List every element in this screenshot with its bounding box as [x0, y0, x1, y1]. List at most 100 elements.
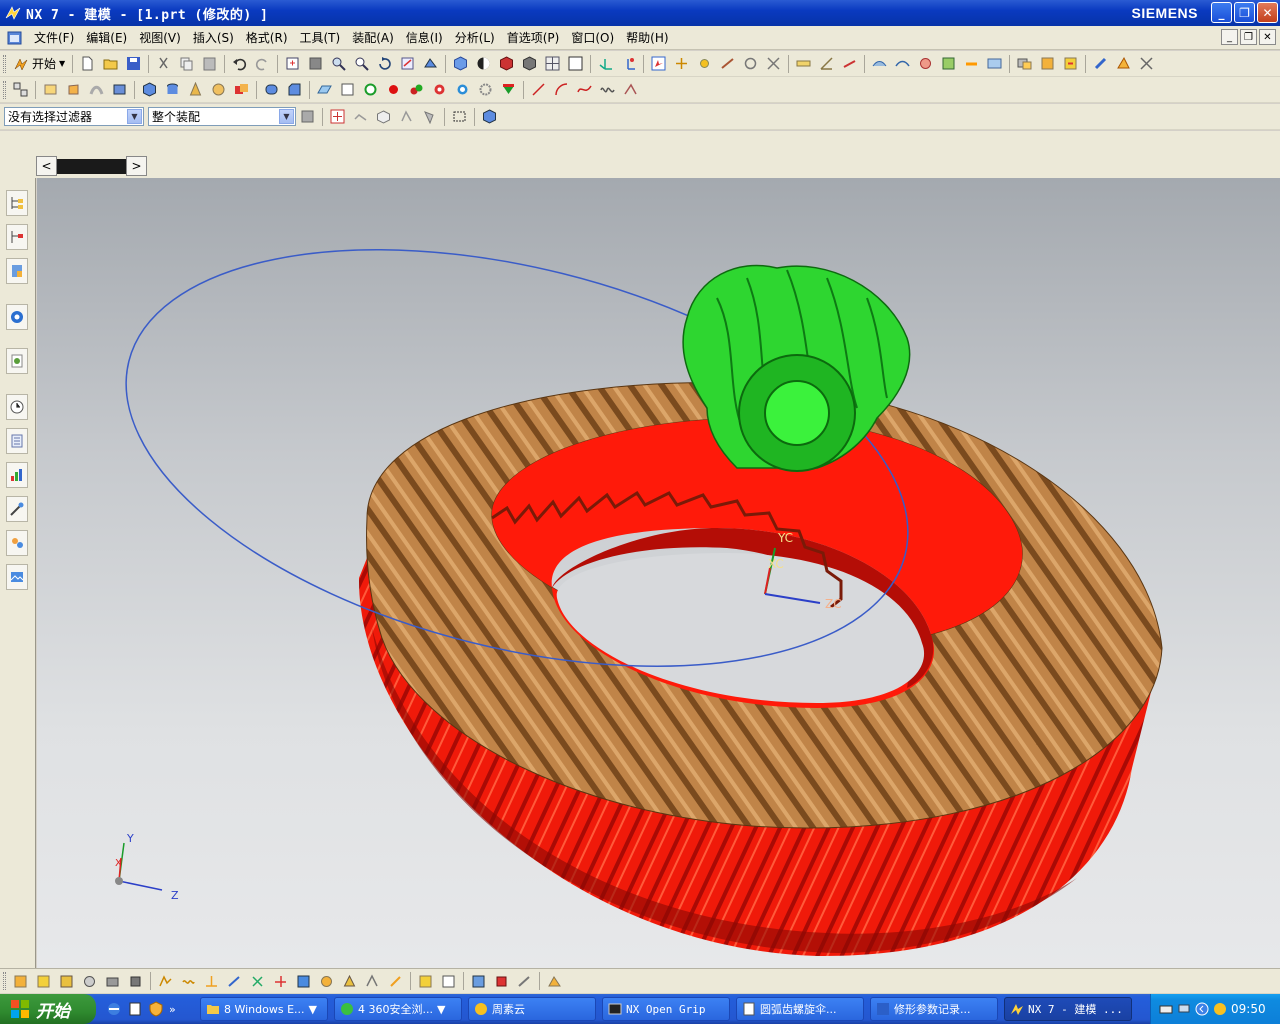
sequence-nav-icon[interactable] [362, 971, 383, 992]
select-body-icon[interactable] [373, 106, 394, 127]
curve-analysis-icon[interactable] [892, 53, 913, 74]
reference-set-icon[interactable] [155, 971, 176, 992]
gear-model-view[interactable]: YC XC ZC Y X Z [37, 178, 1280, 968]
redo-icon[interactable] [252, 53, 273, 74]
display-icon[interactable] [468, 971, 489, 992]
assembly-scope-dropdown[interactable]: 整个装配 ▼ [148, 107, 296, 126]
process-studio-tab[interactable] [6, 462, 28, 488]
background-icon[interactable] [565, 53, 586, 74]
task-spiral-bevel-doc[interactable]: 圆弧齿螺旋伞... [736, 997, 864, 1021]
sphere-icon[interactable] [208, 79, 229, 100]
shaded-icon[interactable] [519, 53, 540, 74]
exploded-view-icon[interactable] [201, 971, 222, 992]
deselect-icon[interactable] [350, 106, 371, 127]
task-nx-open-grip[interactable]: NX Open Grip [602, 997, 730, 1021]
promotion-icon[interactable] [339, 971, 360, 992]
move-component-icon[interactable] [102, 971, 123, 992]
menu-insert[interactable]: 插入(S) [187, 27, 240, 49]
save-options-icon[interactable] [438, 971, 459, 992]
edge-blend-icon[interactable] [261, 79, 282, 100]
menu-format[interactable]: 格式(R) [240, 27, 294, 49]
section-analysis-icon[interactable] [961, 53, 982, 74]
mirror-assembly-icon[interactable] [79, 971, 100, 992]
block-icon[interactable] [139, 79, 160, 100]
sweep-icon[interactable] [86, 79, 107, 100]
component-array-icon[interactable] [56, 971, 77, 992]
link-icon[interactable] [385, 971, 406, 992]
assembly-navigator-tab[interactable] [6, 190, 28, 216]
surface-analysis-icon[interactable] [869, 53, 890, 74]
zoom-icon[interactable] [328, 53, 349, 74]
part-navigator-icon[interactable] [10, 79, 31, 100]
chamfer-icon[interactable] [284, 79, 305, 100]
offset-icon[interactable] [452, 79, 473, 100]
start-button[interactable]: 开始 ▼ [9, 55, 69, 72]
select-all-icon[interactable] [297, 106, 318, 127]
windows-start-button[interactable]: 开始 [0, 994, 96, 1024]
menu-analysis[interactable]: 分析(L) [449, 27, 501, 49]
spline-icon[interactable] [574, 79, 595, 100]
constraint-navigator-tab[interactable] [6, 224, 28, 250]
assembly-navigator-icon[interactable] [1014, 53, 1035, 74]
gear-icon[interactable] [475, 79, 496, 100]
clock[interactable]: 09:50 [1231, 1002, 1266, 1016]
system-scene-tab[interactable] [6, 564, 28, 590]
point-icon[interactable] [383, 79, 404, 100]
task-qq-chat[interactable]: 周素云 [468, 997, 596, 1021]
layout-icon[interactable] [542, 53, 563, 74]
copy-icon[interactable] [176, 53, 197, 74]
roles-tab[interactable] [6, 530, 28, 556]
chevron-down-icon[interactable]: ▼ [279, 109, 294, 124]
rectangle-select-icon[interactable] [449, 106, 470, 127]
menu-window[interactable]: 窗口(O) [565, 27, 620, 49]
grip-icon[interactable] [491, 971, 512, 992]
task-windows-explorer[interactable]: 8 Windows E... ▼ [200, 997, 328, 1021]
snap-mid-icon[interactable] [717, 53, 738, 74]
close-button[interactable]: ✕ [1257, 2, 1278, 23]
menu-tools[interactable]: 工具(T) [294, 27, 347, 49]
load-options-icon[interactable] [415, 971, 436, 992]
assembly-add-icon[interactable] [10, 971, 31, 992]
doc-minimize-button[interactable]: _ [1221, 29, 1238, 45]
snap-intersect-icon[interactable] [763, 53, 784, 74]
extrude-icon[interactable] [40, 79, 61, 100]
curve-tools-icon[interactable] [620, 79, 641, 100]
utility-icon[interactable] [544, 971, 565, 992]
manufacturing-wizards-tab[interactable] [6, 496, 28, 522]
task-360-browser[interactable]: 4 360安全浏... ▼ [334, 997, 462, 1021]
wcs-dynamic-icon[interactable] [618, 53, 639, 74]
menu-assembly[interactable]: 装配(A) [346, 27, 400, 49]
shaded-edges-icon[interactable] [496, 53, 517, 74]
snap-center-icon[interactable] [740, 53, 761, 74]
constraints-icon[interactable] [1060, 53, 1081, 74]
material-icon[interactable] [1113, 53, 1134, 74]
document-tab[interactable] [57, 159, 126, 174]
menu-information[interactable]: 信息(I) [400, 27, 449, 49]
clearance-icon[interactable] [247, 971, 268, 992]
ie-icon[interactable] [106, 1001, 122, 1017]
rotate-icon[interactable] [374, 53, 395, 74]
trim-body-icon[interactable] [498, 79, 519, 100]
open-file-icon[interactable] [100, 53, 121, 74]
wave-link-icon[interactable] [178, 971, 199, 992]
fit-view-icon[interactable] [282, 53, 303, 74]
hole-icon[interactable] [109, 79, 130, 100]
menu-edit[interactable]: 编辑(E) [80, 27, 133, 49]
assembly-constraints-icon[interactable] [125, 971, 146, 992]
interference-icon[interactable] [270, 971, 291, 992]
paste-icon[interactable] [199, 53, 220, 74]
perspective-icon[interactable] [420, 53, 441, 74]
document-window-icon[interactable] [6, 30, 24, 46]
more-quicklaunch-icon[interactable]: » [169, 1003, 176, 1016]
snap-end-icon[interactable] [694, 53, 715, 74]
notepad-icon[interactable] [127, 1001, 143, 1017]
select-icon[interactable] [648, 53, 669, 74]
history-tab[interactable] [6, 394, 28, 420]
selection-filter-dropdown[interactable]: 没有选择过滤器 ▼ [4, 107, 144, 126]
network-icon[interactable] [1177, 1002, 1191, 1016]
qq-tray-icon[interactable] [1213, 1002, 1227, 1016]
datum-plane-icon[interactable] [314, 79, 335, 100]
render-style-icon[interactable] [473, 53, 494, 74]
cone-icon[interactable] [185, 79, 206, 100]
pattern-icon[interactable] [406, 79, 427, 100]
